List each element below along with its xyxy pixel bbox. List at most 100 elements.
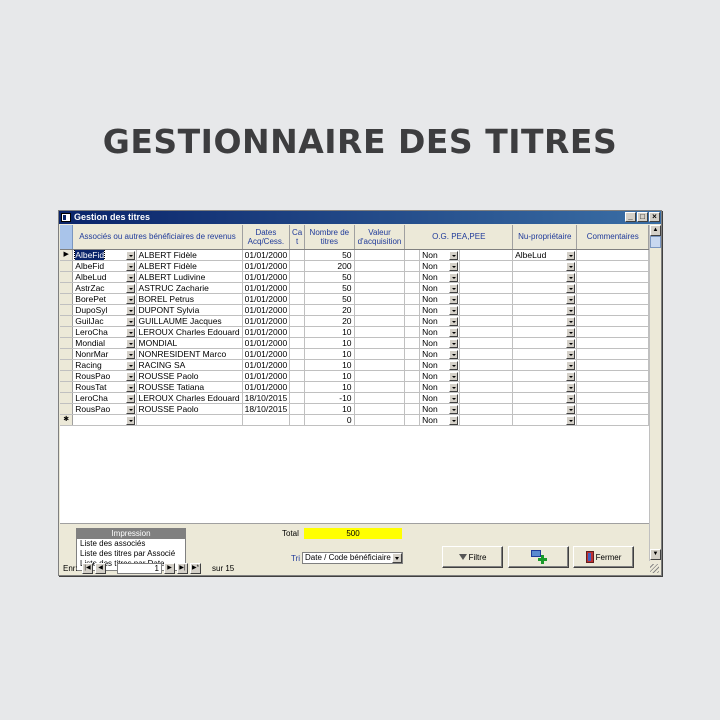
col-header-dates[interactable]: Dates Acq/Cess. [242, 225, 291, 250]
og-pea-combo[interactable]: Non [419, 348, 460, 360]
commentaires-cell[interactable] [576, 359, 649, 371]
chevron-down-icon[interactable] [566, 393, 576, 402]
nombre-cell[interactable]: 50 [304, 282, 355, 294]
beneficiary-code-combo[interactable]: DupoSyl [72, 304, 137, 316]
table-row[interactable]: NonrMar NONRESIDENT Marco 01/01/2000 10 Non [60, 348, 649, 360]
nombre-cell[interactable]: 10 [304, 337, 355, 349]
chevron-down-icon[interactable] [566, 349, 576, 358]
table-row[interactable]: ▶ AlbeFid ALBERT Fidèle 01/01/2000 50 Non Albe… [60, 249, 649, 261]
resize-grip-icon[interactable] [650, 564, 659, 573]
commentaires-cell[interactable] [576, 249, 649, 261]
chevron-down-icon[interactable] [566, 283, 576, 292]
chevron-down-icon[interactable] [125, 261, 135, 270]
table-row[interactable]: AlbeFid ALBERT Fidèle 01/01/2000 200 Non [60, 260, 649, 272]
commentaires-cell[interactable] [576, 271, 649, 283]
beneficiary-code-combo[interactable]: Mondial [72, 337, 137, 349]
chevron-down-icon[interactable] [448, 415, 458, 424]
nombre-cell[interactable]: 50 [304, 293, 355, 305]
chevron-down-icon[interactable] [448, 283, 458, 292]
row-selector[interactable] [60, 293, 74, 305]
beneficiary-code-combo[interactable]: RousPao [72, 370, 137, 382]
beneficiary-code-combo[interactable] [72, 414, 137, 426]
new-record-icon[interactable]: ✱ [60, 414, 74, 426]
chevron-down-icon[interactable] [125, 305, 135, 314]
beneficiary-code-combo[interactable]: AlbeFid [72, 249, 137, 261]
chevron-down-icon[interactable] [566, 404, 576, 413]
beneficiary-code-combo[interactable]: RousTat [72, 381, 137, 393]
table-row[interactable]: DupoSyl DUPONT Sylvia 01/01/2000 20 Non [60, 304, 649, 316]
date-cell[interactable]: 01/01/2000 [242, 359, 291, 371]
commentaires-cell[interactable] [576, 381, 649, 393]
cat-cell[interactable] [289, 348, 306, 360]
table-row[interactable]: LeroCha LEROUX Charles Edouard 01/01/2000 1… [60, 326, 649, 338]
maximize-button[interactable]: □ [637, 212, 648, 222]
cat-cell[interactable] [289, 370, 306, 382]
chevron-down-icon[interactable] [125, 382, 135, 391]
close-button[interactable]: × [649, 212, 660, 222]
chevron-down-icon[interactable] [566, 360, 576, 369]
nu-proprietaire-combo[interactable] [512, 348, 578, 360]
valeur-cell[interactable] [354, 381, 406, 393]
date-cell[interactable]: 01/01/2000 [242, 381, 291, 393]
commentaires-cell[interactable] [576, 370, 649, 382]
nombre-cell[interactable]: 10 [304, 348, 355, 360]
commentaires-cell[interactable] [576, 304, 649, 316]
chevron-down-icon[interactable] [448, 294, 458, 303]
table-row[interactable]: RousPao ROUSSE Paolo 01/01/2000 10 Non [60, 370, 649, 382]
chevron-down-icon[interactable] [125, 316, 135, 325]
commentaires-cell[interactable] [576, 348, 649, 360]
col-header-og-pea[interactable]: O.G. PEA,PEE [404, 225, 514, 250]
last-record-icon[interactable]: ▶| [177, 563, 188, 574]
og-pea-combo[interactable]: Non [419, 315, 460, 327]
cat-cell[interactable] [289, 359, 306, 371]
valeur-cell[interactable] [354, 293, 406, 305]
row-selector[interactable] [60, 392, 74, 404]
nombre-cell[interactable]: 10 [304, 359, 355, 371]
valeur-cell[interactable] [354, 337, 406, 349]
nombre-cell[interactable]: 50 [304, 271, 355, 283]
date-cell[interactable]: 01/01/2000 [242, 282, 291, 294]
beneficiary-code-combo[interactable]: AlbeFid [72, 260, 137, 272]
chevron-down-icon[interactable] [448, 404, 458, 413]
cat-cell[interactable] [289, 403, 306, 415]
nu-proprietaire-combo[interactable] [512, 282, 578, 294]
chevron-down-icon[interactable] [125, 415, 135, 424]
beneficiary-code-combo[interactable]: Racing [72, 359, 137, 371]
cat-cell[interactable] [289, 315, 306, 327]
og-pea-combo[interactable]: Non [419, 370, 460, 382]
row-selector[interactable] [60, 381, 74, 393]
row-selector[interactable] [60, 370, 74, 382]
scroll-thumb[interactable] [650, 236, 661, 248]
nu-proprietaire-combo[interactable] [512, 370, 578, 382]
commentaires-cell[interactable] [576, 337, 649, 349]
new-record-icon[interactable]: ▶* [190, 563, 201, 574]
og-pea-combo[interactable]: Non [419, 304, 460, 316]
chevron-down-icon[interactable] [125, 327, 135, 336]
chevron-down-icon[interactable] [566, 305, 576, 314]
chevron-down-icon[interactable] [448, 360, 458, 369]
chevron-down-icon[interactable] [125, 283, 135, 292]
row-selector[interactable] [60, 271, 74, 283]
og-pea-combo[interactable]: Non [419, 260, 460, 272]
scroll-down-icon[interactable]: ▼ [650, 549, 661, 560]
chevron-down-icon[interactable] [448, 316, 458, 325]
valeur-cell[interactable] [354, 326, 406, 338]
beneficiary-code-combo[interactable]: GuilJac [72, 315, 137, 327]
date-cell[interactable]: 01/01/2000 [242, 337, 291, 349]
chevron-down-icon[interactable] [125, 349, 135, 358]
row-selector[interactable] [60, 359, 74, 371]
chevron-down-icon[interactable] [125, 294, 135, 303]
chevron-down-icon[interactable] [566, 338, 576, 347]
og-pea-combo[interactable]: Non [419, 403, 460, 415]
cat-cell[interactable] [289, 304, 306, 316]
beneficiary-code-combo[interactable]: NonrMar [72, 348, 137, 360]
nombre-cell[interactable]: -10 [304, 392, 355, 404]
print-item-par-associe[interactable]: Liste des titres par Associé [77, 549, 185, 559]
chevron-down-icon[interactable] [125, 360, 135, 369]
valeur-cell[interactable] [354, 271, 406, 283]
cat-cell[interactable] [289, 337, 306, 349]
nombre-cell[interactable]: 20 [304, 304, 355, 316]
nu-proprietaire-combo[interactable] [512, 403, 578, 415]
chevron-down-icon[interactable] [566, 415, 576, 424]
chevron-down-icon[interactable] [566, 382, 576, 391]
